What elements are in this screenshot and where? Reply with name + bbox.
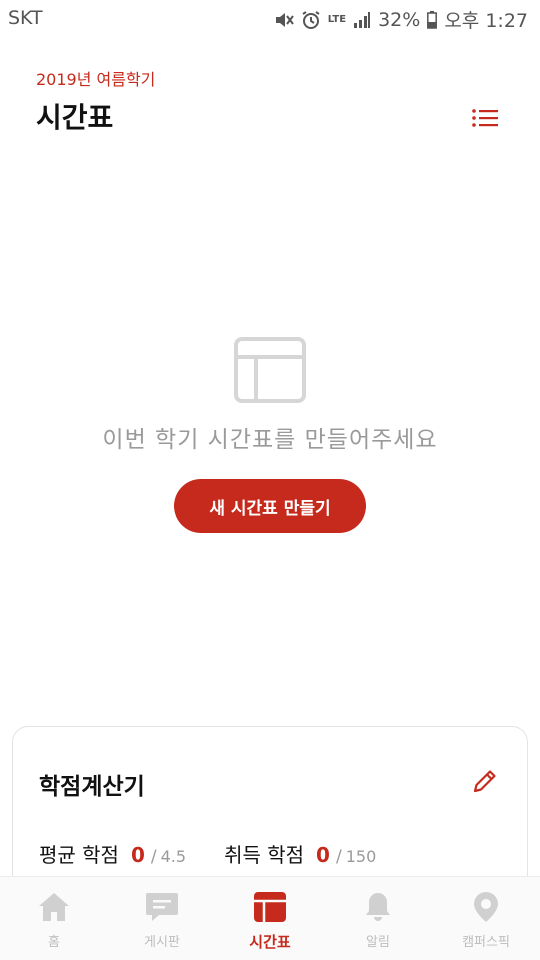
alarm-icon <box>301 10 321 30</box>
page-title: 시간표 <box>36 101 114 134</box>
nav-label-alerts: 알림 <box>366 935 390 950</box>
gpa-label: 평균 학점 <box>39 843 119 867</box>
credits-block: 취득 학점 0 / 150 <box>224 839 376 868</box>
status-bar: SKT LTE 32% 오후 1:27 <box>0 0 540 36</box>
credits-separator: / <box>335 847 342 867</box>
pencil-icon <box>473 770 496 793</box>
carrier-label: SKT <box>8 7 43 29</box>
credits-label: 취득 학점 <box>224 843 305 867</box>
nav-label-timetable: 시간표 <box>249 933 291 951</box>
network-type-label: LTE <box>327 13 347 25</box>
credit-calculator-title: 학점계산기 <box>39 774 145 800</box>
home-icon <box>36 889 72 925</box>
board-icon <box>144 889 180 925</box>
timetable-icon <box>234 337 306 403</box>
nav-label-campuspick: 캠퍼스픽 <box>462 935 510 950</box>
nav-label-home: 홈 <box>48 935 60 950</box>
nav-item-board[interactable]: 게시판 <box>108 877 216 960</box>
credit-summary-row: 평균 학점 0 / 4.5 취득 학점 0 / 150 <box>39 839 376 868</box>
empty-state-message: 이번 학기 시간표를 만들어주세요 <box>102 427 438 453</box>
credits-max: 150 <box>345 847 377 866</box>
gpa-block: 평균 학점 0 / 4.5 <box>39 839 186 868</box>
status-icons: LTE 32% 오후 1:27 <box>274 6 528 33</box>
gpa-separator: / <box>150 847 157 867</box>
timetable-icon <box>252 889 288 925</box>
battery-percent: 32% <box>378 8 421 31</box>
edit-credits-button[interactable] <box>469 765 501 797</box>
nav-label-board: 게시판 <box>144 935 180 950</box>
clock: 오후 1:27 <box>444 10 528 32</box>
nav-item-timetable[interactable]: 시간표 <box>216 877 324 960</box>
nav-item-campuspick[interactable]: 캠퍼스픽 <box>432 877 540 960</box>
credits-value: 0 <box>316 843 330 867</box>
gpa-value: 0 <box>130 843 145 867</box>
list-icon <box>472 109 498 127</box>
bottom-nav: 홈 게시판 시간표 알림 캠퍼스픽 <box>0 876 540 960</box>
bell-icon <box>360 889 396 925</box>
campuspick-icon <box>468 889 504 925</box>
mute-icon <box>274 10 294 30</box>
nav-item-alerts[interactable]: 알림 <box>324 877 432 960</box>
create-timetable-button[interactable]: 새 시간표 만들기 <box>174 479 366 533</box>
signal-icon <box>353 11 371 29</box>
timetable-list-button[interactable] <box>470 104 502 132</box>
gpa-max: 4.5 <box>160 847 187 866</box>
semester-label: 2019년 여름학기 <box>36 70 156 89</box>
nav-item-home[interactable]: 홈 <box>0 877 108 960</box>
battery-icon <box>427 10 438 29</box>
